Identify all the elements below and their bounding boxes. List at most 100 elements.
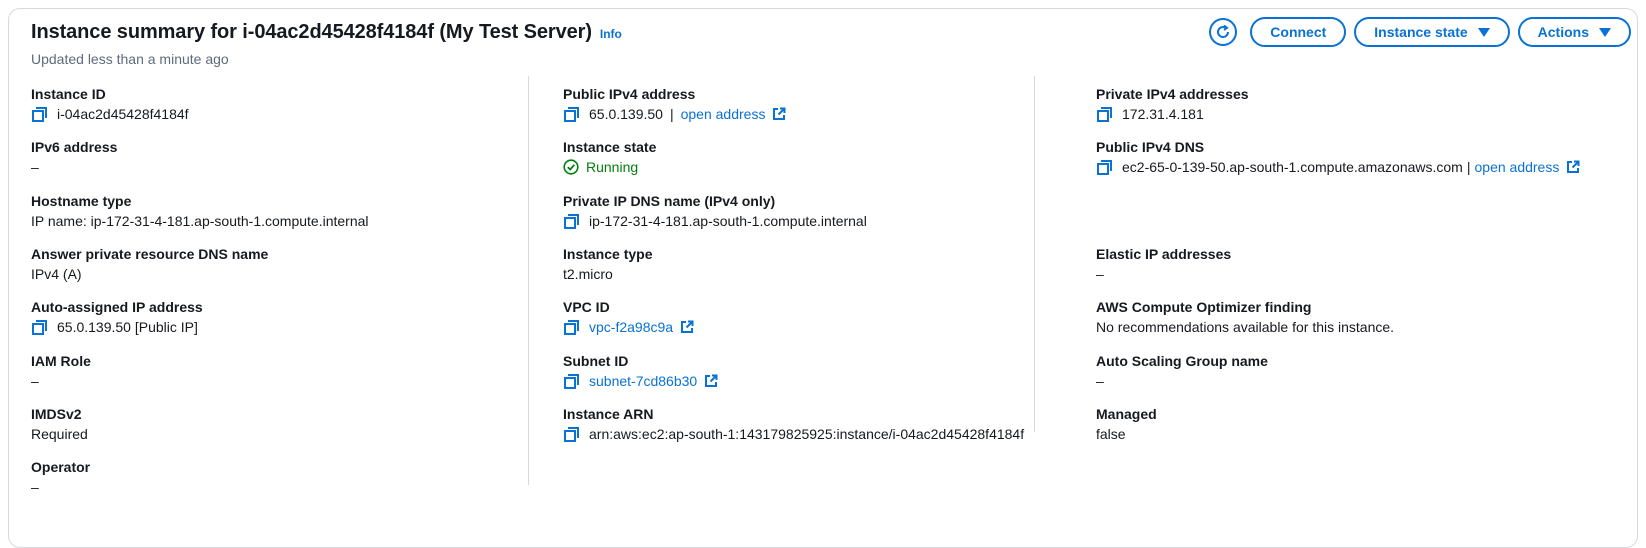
- copy-icon[interactable]: [563, 318, 581, 336]
- field-operator: Operator –: [31, 458, 541, 496]
- external-link-icon[interactable]: [1566, 160, 1580, 174]
- iam-role-label: IAM Role: [31, 353, 91, 369]
- optimizer-finding-value: No recommendations available for this in…: [1096, 319, 1395, 335]
- private-ipv4-label: Private IPv4 addresses: [1096, 86, 1249, 102]
- public-dns-value: ec2-65-0-139-50.ap-south-1.compute.amazo…: [1096, 158, 1636, 176]
- field-private-ipv4: Private IPv4 addresses 172.31.4.181: [1096, 85, 1636, 123]
- copy-icon[interactable]: [563, 105, 581, 123]
- answer-dns-label: Answer private resource DNS name: [31, 246, 269, 262]
- public-dns-text: ec2-65-0-139-50.ap-south-1.compute.amazo…: [1122, 159, 1463, 175]
- field-optimizer-finding: AWS Compute Optimizer finding No recomme…: [1096, 298, 1636, 336]
- info-link[interactable]: Info: [600, 27, 622, 41]
- instance-state-label: Instance state: [1374, 24, 1468, 40]
- separator: |: [1466, 159, 1471, 175]
- actions-dropdown[interactable]: Actions: [1517, 17, 1631, 47]
- elastic-ip-value: –: [1096, 266, 1104, 282]
- iam-role-value: –: [31, 373, 39, 389]
- auto-ip-value: 65.0.139.50 [Public IP]: [31, 318, 541, 336]
- caret-down-icon: [1477, 28, 1490, 37]
- subnet-id-value: subnet-7cd86b30: [563, 372, 1073, 390]
- vpc-id-label: VPC ID: [563, 299, 610, 315]
- refresh-icon: [1217, 24, 1230, 38]
- hostname-type-label: Hostname type: [31, 193, 132, 209]
- instance-id-value: i-04ac2d45428f4184f: [31, 105, 541, 123]
- vpc-id-link[interactable]: vpc-f2a98c9a: [589, 318, 673, 336]
- copy-icon[interactable]: [31, 318, 49, 336]
- instance-state-dropdown[interactable]: Instance state: [1354, 17, 1510, 47]
- field-public-dns: Public IPv4 DNS ec2-65-0-139-50.ap-south…: [1096, 138, 1636, 176]
- instance-type-value: t2.micro: [563, 266, 613, 282]
- public-dns-label: Public IPv4 DNS: [1096, 139, 1205, 155]
- public-ipv4-text: 65.0.139.50: [589, 106, 663, 122]
- open-address-link[interactable]: open address: [1475, 158, 1560, 176]
- field-asg-name: Auto Scaling Group name –: [1096, 352, 1636, 390]
- external-link-icon[interactable]: [680, 320, 694, 334]
- open-address-link[interactable]: open address: [681, 105, 766, 123]
- instance-arn-text: arn:aws:ec2:ap-south-1:143179825925:inst…: [589, 426, 1025, 442]
- field-private-dns: Private IP DNS name (IPv4 only) ip-172-3…: [563, 192, 1073, 230]
- instance-summary-panel: Instance summary for i-04ac2d45428f4184f…: [8, 8, 1638, 548]
- operator-label: Operator: [31, 459, 91, 475]
- managed-label: Managed: [1096, 406, 1157, 422]
- vpc-id-value: vpc-f2a98c9a: [563, 318, 1073, 336]
- field-iam-role: IAM Role –: [31, 352, 541, 390]
- field-public-ipv4: Public IPv4 address 65.0.139.50 | open a…: [563, 85, 1073, 123]
- external-link-icon[interactable]: [772, 107, 786, 121]
- copy-icon[interactable]: [563, 212, 581, 230]
- copy-icon[interactable]: [31, 105, 49, 123]
- private-dns-label: Private IP DNS name (IPv4 only): [563, 193, 776, 209]
- optimizer-finding-label: AWS Compute Optimizer finding: [1096, 299, 1312, 315]
- page-title: Instance summary for i-04ac2d45428f4184f…: [31, 21, 592, 43]
- connect-label: Connect: [1270, 24, 1327, 40]
- instance-state-value: Running: [563, 158, 1073, 176]
- field-managed: Managed false: [1096, 405, 1636, 443]
- subnet-id-label: Subnet ID: [563, 353, 629, 369]
- status-running-text: Running: [586, 159, 639, 175]
- external-link-icon[interactable]: [704, 374, 718, 388]
- refresh-button[interactable]: [1209, 18, 1238, 46]
- header-actions: Connect Instance state Actions: [1209, 17, 1631, 47]
- updated-timestamp: Updated less than a minute ago: [31, 51, 229, 67]
- subnet-id-link[interactable]: subnet-7cd86b30: [589, 372, 697, 390]
- hostname-type-value: IP name: ip-172-31-4-181.ap-south-1.comp…: [31, 213, 369, 229]
- instance-arn-label: Instance ARN: [563, 406, 654, 422]
- field-auto-ip: Auto-assigned IP address 65.0.139.50 [Pu…: [31, 298, 541, 336]
- field-answer-dns: Answer private resource DNS name IPv4 (A…: [31, 245, 541, 283]
- copy-icon[interactable]: [1096, 105, 1114, 123]
- connect-button[interactable]: Connect: [1250, 17, 1347, 47]
- private-ipv4-text: 172.31.4.181: [1122, 106, 1204, 122]
- imdsv2-label: IMDSv2: [31, 406, 82, 422]
- field-instance-arn: Instance ARN arn:aws:ec2:ap-south-1:1431…: [563, 405, 1073, 443]
- actions-label: Actions: [1537, 24, 1589, 40]
- instance-arn-value: arn:aws:ec2:ap-south-1:143179825925:inst…: [563, 425, 1073, 443]
- field-hostname-type: Hostname type IP name: ip-172-31-4-181.a…: [31, 192, 541, 230]
- separator: |: [669, 106, 674, 122]
- copy-icon[interactable]: [563, 425, 581, 443]
- caret-down-icon: [1599, 28, 1611, 37]
- public-ipv4-label: Public IPv4 address: [563, 86, 696, 102]
- auto-ip-text: 65.0.139.50 [Public IP]: [57, 319, 198, 335]
- elastic-ip-label: Elastic IP addresses: [1096, 246, 1232, 262]
- copy-icon[interactable]: [1096, 158, 1114, 176]
- public-ipv4-value: 65.0.139.50 | open address: [563, 105, 1073, 123]
- operator-value: –: [31, 479, 39, 495]
- answer-dns-value: IPv4 (A): [31, 266, 82, 282]
- instance-state-label: Instance state: [563, 139, 657, 155]
- instance-id-text: i-04ac2d45428f4184f: [57, 106, 189, 122]
- field-vpc-id: VPC ID vpc-f2a98c9a: [563, 298, 1073, 336]
- field-elastic-ip: Elastic IP addresses –: [1096, 245, 1636, 283]
- asg-name-value: –: [1096, 373, 1104, 389]
- ipv6-value: –: [31, 159, 39, 175]
- ipv6-label: IPv6 address: [31, 139, 118, 155]
- private-ipv4-value: 172.31.4.181: [1096, 105, 1636, 123]
- private-dns-value: ip-172-31-4-181.ap-south-1.compute.inter…: [563, 212, 1073, 230]
- auto-ip-label: Auto-assigned IP address: [31, 299, 203, 315]
- status-ok-icon: [563, 159, 579, 175]
- field-instance-id: Instance ID i-04ac2d45428f4184f: [31, 85, 541, 123]
- field-instance-type: Instance type t2.micro: [563, 245, 1073, 283]
- field-instance-state: Instance state Running: [563, 138, 1073, 176]
- managed-value: false: [1096, 426, 1126, 442]
- private-dns-text: ip-172-31-4-181.ap-south-1.compute.inter…: [589, 213, 867, 229]
- asg-name-label: Auto Scaling Group name: [1096, 353, 1268, 369]
- copy-icon[interactable]: [563, 372, 581, 390]
